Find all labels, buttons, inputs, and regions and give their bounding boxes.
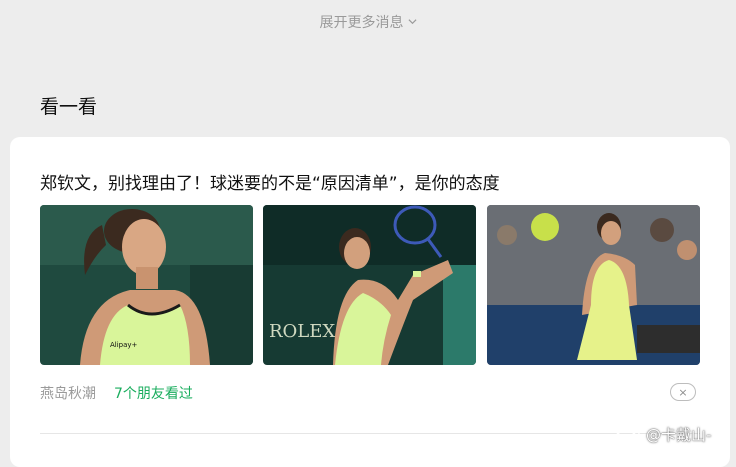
expand-more-messages[interactable]: 展开更多消息 bbox=[0, 12, 736, 32]
article-meta: 燕岛秋潮 7个朋友看过 bbox=[40, 383, 193, 403]
divider bbox=[40, 433, 700, 434]
article-image-2[interactable]: ROLEX bbox=[263, 205, 476, 365]
article-title[interactable]: 郑钦文，别找理由了！球迷要的不是“原因清单”，是你的态度 bbox=[40, 169, 500, 194]
close-icon: × bbox=[678, 385, 688, 399]
article-thumbnails[interactable]: Alipay+ ROLEX bbox=[40, 205, 700, 365]
article-image-3[interactable] bbox=[487, 205, 700, 365]
section-title: 看一看 bbox=[40, 96, 98, 118]
weibo-logo-icon bbox=[615, 427, 640, 444]
sponsor-text-2: ROLEX bbox=[269, 321, 335, 342]
expand-label: 展开更多消息 bbox=[319, 15, 404, 31]
sponsor-text-1: Alipay+ bbox=[110, 341, 138, 349]
friends-viewed[interactable]: 7个朋友看过 bbox=[114, 383, 193, 403]
chevron-down-icon bbox=[407, 19, 417, 25]
watermark-text: @卡戴山- bbox=[646, 426, 712, 444]
article-source[interactable]: 燕岛秋潮 bbox=[40, 383, 96, 403]
article-image-1[interactable]: Alipay+ bbox=[40, 205, 253, 365]
watermark: @卡戴山- bbox=[614, 424, 711, 445]
article-card[interactable]: 郑钦文，别找理由了！球迷要的不是“原因清单”，是你的态度 Alipay+ ROL… bbox=[10, 137, 730, 467]
dismiss-button[interactable]: × bbox=[670, 383, 696, 401]
